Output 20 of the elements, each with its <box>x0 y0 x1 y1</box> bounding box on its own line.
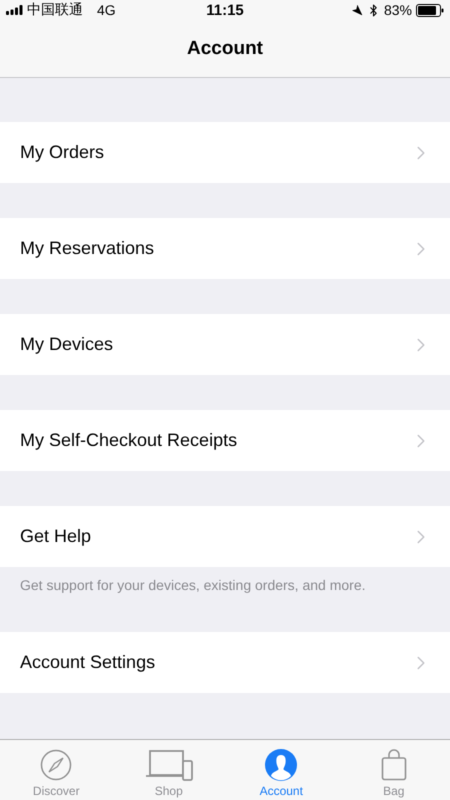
network-type: 4G <box>97 2 116 18</box>
compass-icon <box>40 749 72 781</box>
menu-row[interactable]: Account Settings <box>0 632 450 693</box>
nav-title: Account <box>187 38 263 60</box>
menu-row[interactable]: Get Help <box>0 506 450 567</box>
section-footer: Get support for your devices, existing orders, and more. <box>20 577 366 593</box>
carrier-name: 中国联通 <box>27 1 83 19</box>
menu-row[interactable]: My Self-Checkout Receipts <box>0 410 450 471</box>
tab-item[interactable]: Account <box>225 740 338 800</box>
menu-row[interactable]: My Devices <box>0 314 450 375</box>
battery-percent: 83% <box>384 2 412 18</box>
battery-icon <box>416 4 444 16</box>
menu-row[interactable]: My Orders <box>0 122 450 183</box>
person-icon <box>265 749 298 781</box>
location-icon <box>350 4 363 16</box>
devices-icon <box>144 749 193 781</box>
signal-icon <box>6 5 23 15</box>
bag-icon <box>380 749 407 781</box>
menu-row[interactable]: My Reservations <box>0 218 450 279</box>
status-time: 11:15 <box>206 2 244 18</box>
